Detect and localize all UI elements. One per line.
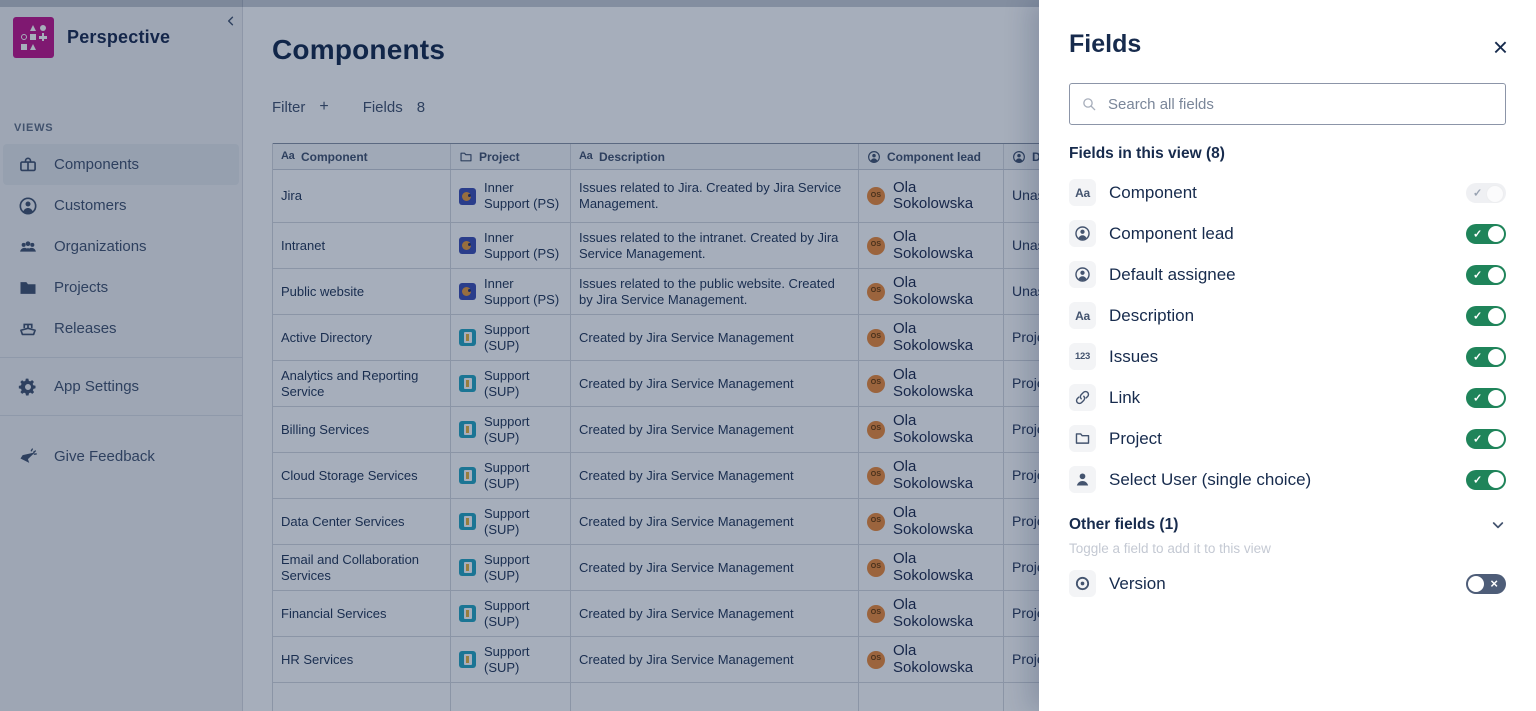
fields-in-view-heading: Fields in this view (8) xyxy=(1069,145,1506,163)
field-row-default-assignee: Default assignee xyxy=(1069,254,1506,295)
field-toggle[interactable] xyxy=(1466,388,1506,408)
field-row-component: Aa Component xyxy=(1069,172,1506,213)
text-icon: Aa xyxy=(1069,302,1096,329)
user-circle-icon xyxy=(1069,220,1096,247)
field-row-version: Version xyxy=(1069,563,1506,604)
other-fields-section-header: Other fields (1) xyxy=(1069,516,1506,534)
field-toggle[interactable] xyxy=(1466,306,1506,326)
user-solid-icon xyxy=(1069,466,1096,493)
user-circle-icon xyxy=(1069,261,1096,288)
field-row-component-lead: Component lead xyxy=(1069,213,1506,254)
field-toggle xyxy=(1466,183,1506,203)
link-icon xyxy=(1069,384,1096,411)
other-fields-hint: Toggle a field to add it to this view xyxy=(1069,541,1506,556)
field-toggle[interactable] xyxy=(1466,429,1506,449)
app-screen: Perspective VIEWS Components Customers O… xyxy=(0,0,1536,711)
search-input[interactable] xyxy=(1069,83,1506,125)
field-row-project: Project xyxy=(1069,418,1506,459)
chevron-down-icon[interactable] xyxy=(1490,517,1506,533)
folder-icon xyxy=(1069,425,1096,452)
field-toggle[interactable] xyxy=(1466,265,1506,285)
field-toggle[interactable] xyxy=(1466,347,1506,367)
field-toggle[interactable] xyxy=(1466,224,1506,244)
modal-blanket-overlay[interactable] xyxy=(0,0,1039,711)
field-toggle[interactable] xyxy=(1466,470,1506,490)
text-icon: Aa xyxy=(1069,179,1096,206)
other-fields-heading: Other fields (1) xyxy=(1069,516,1178,534)
field-search xyxy=(1069,83,1506,125)
field-row-description: Aa Description xyxy=(1069,295,1506,336)
field-toggle[interactable] xyxy=(1466,574,1506,594)
field-row-issues: 123 Issues xyxy=(1069,336,1506,377)
other-fields-list: Version xyxy=(1069,563,1506,604)
fields-in-view-list: Aa Component Component lead Default assi… xyxy=(1069,172,1506,500)
field-row-select-user: Select User (single choice) xyxy=(1069,459,1506,500)
close-icon[interactable]: × xyxy=(1493,34,1508,60)
version-icon xyxy=(1069,570,1096,597)
field-row-link: Link xyxy=(1069,377,1506,418)
panel-title: Fields xyxy=(1069,30,1506,59)
number-icon: 123 xyxy=(1069,343,1096,370)
search-icon xyxy=(1081,96,1097,112)
fields-panel: Fields × Fields in this view (8) Aa Comp… xyxy=(1039,0,1536,711)
